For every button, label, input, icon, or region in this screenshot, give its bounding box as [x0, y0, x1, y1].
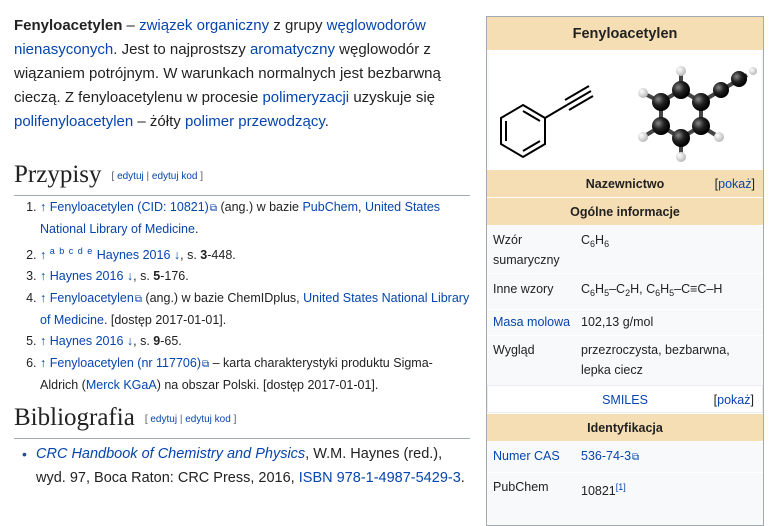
reference-marker[interactable]: [1] — [616, 482, 626, 492]
ref-external-link[interactable]: Fenyloacetylen (nr 117706) — [50, 356, 209, 370]
infobox-section-identyfikacja: Identyfikacja — [487, 413, 763, 441]
infobox-smiles-row: SMILES [pokaż] — [487, 385, 763, 413]
link-polimeryzacja[interactable]: polimeryzacji — [262, 89, 349, 106]
bibliography-list: CRC Handbook of Chemistry and Physics, W… — [14, 442, 470, 490]
row-label: PubChem — [493, 480, 549, 494]
edit-link[interactable]: edytuj — [150, 414, 177, 425]
link-polifenyloacetylen[interactable]: polifenyloacetylen — [14, 113, 133, 130]
row-label: Wzór sumaryczny — [493, 233, 560, 267]
infobox-section-nazewnictwo: Nazewnictwo [pokaż] — [487, 169, 763, 197]
infobox-title: Fenyloacetylen — [487, 17, 763, 51]
link-merck[interactable]: Merck KGaA — [86, 378, 157, 392]
smiles-link[interactable]: SMILES — [602, 393, 648, 407]
reference-item: ↑ Fenyloacetylen (ang.) w bazie ChemIDpl… — [40, 288, 470, 330]
row-value-formula: C6H6 — [581, 233, 610, 249]
infobox-row-masa: Masa molowa 102,13 g/mol — [487, 309, 763, 335]
infobox-row-wyglad: Wygląd przezroczysta, bezbarwna, lepka c… — [487, 335, 763, 385]
reference-item: ↑ Haynes 2016 ↓, s. 9-65. — [40, 331, 470, 351]
isbn-link[interactable]: ISBN 978-1-4987-5429-3 — [299, 470, 461, 486]
show-toggle: [pokaż] — [713, 393, 754, 407]
link-zwiazek-organiczny[interactable]: związek organiczny — [139, 17, 269, 34]
backlink-arrow[interactable]: ↑ — [40, 291, 50, 305]
infobox-images — [487, 51, 763, 169]
article-content: Fenyloacetylen – związek organiczny z gr… — [14, 0, 470, 486]
reference-item: ↑ Fenyloacetylen (nr 117706) – karta cha… — [40, 353, 470, 395]
masa-molowa-link[interactable]: Masa molowa — [493, 315, 570, 329]
edit-source-link[interactable]: edytuj kod — [185, 414, 231, 425]
row-value: 10821[1] — [581, 482, 626, 498]
infobox-row-inne: Inne wzory C6H5–C2H, C6H5–C≡C–H — [487, 273, 763, 309]
infobox: Fenyloacetylen Nazewnictwo [pokaż] Ogóln… — [486, 16, 764, 526]
infobox-row-wzor: Wzór sumaryczny C6H6 — [487, 225, 763, 273]
show-smiles-link[interactable]: pokaż — [717, 393, 750, 407]
backlink-arrow[interactable]: ↑ — [40, 200, 50, 214]
link-polimer-przewodzacy[interactable]: polimer przewodzący — [185, 113, 325, 130]
reference-item: ↑ Fenyloacetylen (CID: 10821) (ang.) w b… — [40, 197, 470, 239]
show-toggle: [pokaż] — [714, 177, 755, 191]
infobox-section-ogolne: Ogólne informacje — [487, 197, 763, 225]
reference-item: ↑ Haynes 2016 ↓, s. 5-176. — [40, 266, 470, 286]
edit-link[interactable]: edytuj — [117, 171, 144, 182]
ball-and-stick-model-image[interactable] — [629, 57, 759, 167]
row-value-formulas: C6H5–C2H, C6H5–C≡C–H — [581, 282, 723, 298]
link-pubchem[interactable]: PubChem — [302, 200, 358, 214]
row-label: Inne wzory — [493, 282, 554, 296]
show-nazewnictwo-link[interactable]: pokaż — [718, 177, 751, 191]
ref-citation-link[interactable]: Haynes 2016 ↓ — [97, 248, 180, 262]
link-aromatyczny[interactable]: aromatyczny — [250, 41, 335, 58]
section-heading-bibliografia: Bibliografia[ edytuj | edytuj kod ] — [14, 403, 470, 439]
backlink-letters[interactable]: a b c d e — [50, 246, 94, 256]
backlink-arrow[interactable]: ↑ — [40, 248, 50, 262]
section-edit-links: [ edytuj | edytuj kod ] — [111, 171, 204, 182]
section-heading-przypisy: Przypisy[ edytuj | edytuj kod ] — [14, 160, 470, 196]
numer-cas-link[interactable]: Numer CAS — [493, 449, 560, 463]
ref-external-link[interactable]: Fenyloacetylen (CID: 10821) — [50, 200, 217, 214]
section-edit-links: [ edytuj | edytuj kod ] — [144, 414, 237, 425]
backlink-arrow[interactable]: ↑ — [40, 356, 50, 370]
bibliography-item: CRC Handbook of Chemistry and Physics, W… — [36, 442, 470, 490]
edit-source-link[interactable]: edytuj kod — [152, 171, 198, 182]
cas-value-link[interactable]: 536-74-3 — [581, 449, 639, 463]
book-title-link[interactable]: CRC Handbook of Chemistry and Physics — [36, 446, 305, 462]
row-value: przezroczysta, bezbarwna, lepka ciecz — [581, 343, 730, 377]
article-subject: Fenyloacetylen — [14, 17, 123, 34]
reference-item: ↑ a b c d e Haynes 2016 ↓, s. 3-448. — [40, 241, 470, 265]
infobox-row-cas: Numer CAS 536-74-3 — [487, 441, 763, 472]
intro-paragraph: Fenyloacetylen – związek organiczny z gr… — [14, 17, 441, 130]
ref-external-link[interactable]: Fenyloacetylen — [50, 291, 142, 305]
backlink-arrow[interactable]: ↑ — [40, 269, 50, 283]
row-value: 102,13 g/mol — [581, 315, 654, 329]
structural-formula-image[interactable] — [493, 67, 613, 167]
ref-citation-link[interactable]: Haynes 2016 ↓ — [50, 269, 133, 283]
references-list: ↑ Fenyloacetylen (CID: 10821) (ang.) w b… — [14, 197, 470, 396]
backlink-arrow[interactable]: ↑ — [40, 334, 50, 348]
row-label: Wygląd — [493, 343, 535, 357]
ref-citation-link[interactable]: Haynes 2016 ↓ — [50, 334, 133, 348]
infobox-row-pubchem: PubChem 10821[1] — [487, 472, 763, 505]
